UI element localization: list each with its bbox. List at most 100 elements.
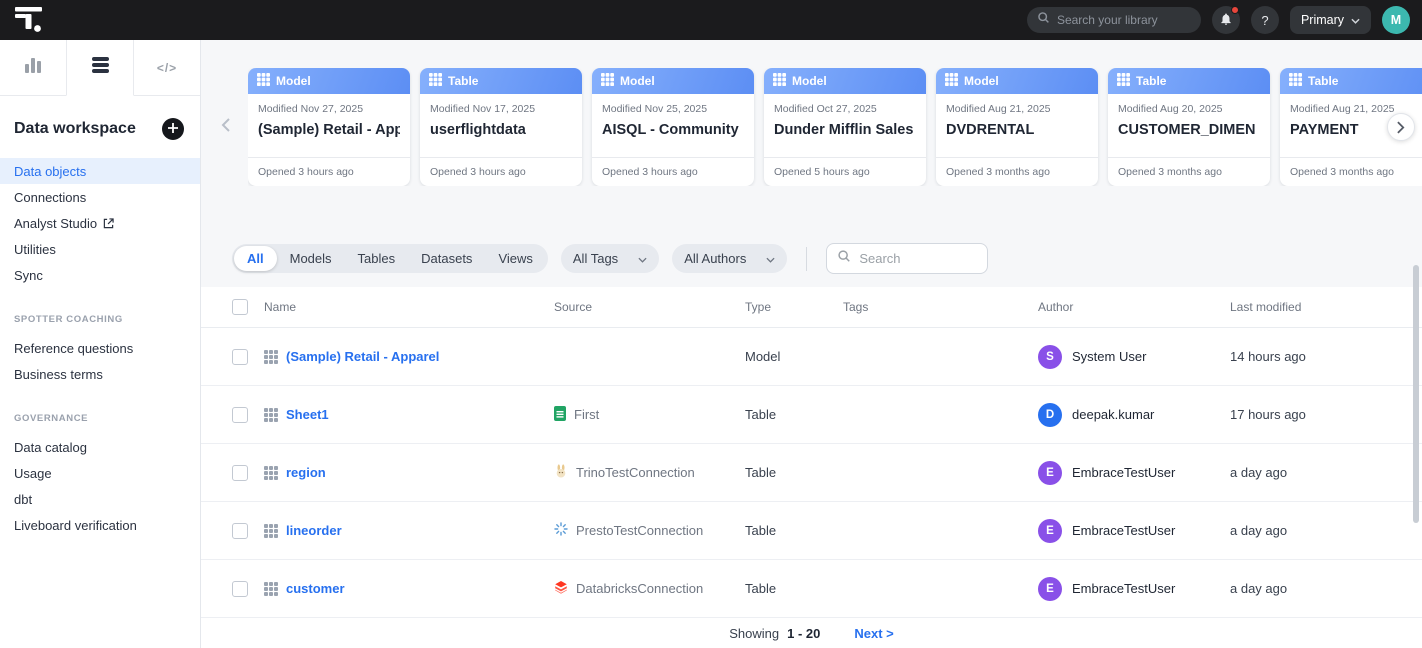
carousel-prev-button[interactable] (221, 118, 230, 137)
table-row[interactable]: region TrinoTestConnection Table E Embra… (201, 444, 1422, 502)
library-search-input[interactable] (1057, 13, 1191, 27)
table-grid-icon (1117, 73, 1130, 89)
sidebar-item-sync[interactable]: Sync (0, 262, 200, 288)
next-page-link[interactable]: Next > (854, 626, 893, 641)
card-title: DVDRENTAL (946, 122, 1088, 138)
table-row[interactable]: Sheet1 First Table D deepak.kumar 17 hou… (201, 386, 1422, 444)
library-search[interactable] (1027, 7, 1201, 33)
recent-card[interactable]: Table Modified Aug 20, 2025CUSTOMER_DIME… (1108, 68, 1270, 186)
row-checkbox[interactable] (232, 465, 248, 481)
search-icon (1037, 11, 1050, 29)
row-type-label: Table (745, 407, 843, 422)
section-spotter-coaching: SPOTTER COACHING (14, 314, 186, 325)
table-row[interactable]: lineorder PrestoTestConnection Table E E… (201, 502, 1422, 560)
column-header-source[interactable]: Source (554, 300, 745, 314)
tab-developer[interactable]: </> (134, 40, 200, 96)
author-avatar: E (1038, 577, 1062, 601)
filter-tab-views[interactable]: Views (485, 246, 545, 271)
column-header-author[interactable]: Author (1038, 300, 1230, 314)
row-type-label: Table (745, 523, 843, 538)
authors-filter-dropdown[interactable]: All Authors (672, 244, 787, 273)
table-grid-icon (264, 582, 278, 596)
sidebar-item-usage[interactable]: Usage (0, 460, 200, 486)
table-grid-icon (264, 408, 278, 422)
tab-data[interactable] (66, 40, 134, 96)
help-button[interactable]: ? (1251, 6, 1279, 34)
sidebar-icon-tabs: </> (0, 40, 200, 96)
list-search[interactable] (826, 243, 988, 274)
divider (806, 247, 807, 271)
filter-tab-models[interactable]: Models (277, 246, 345, 271)
sidebar-item-data-objects[interactable]: Data objects (0, 158, 200, 184)
thoughtspot-logo[interactable] (14, 4, 54, 36)
column-header-last-modified[interactable]: Last modified (1230, 300, 1422, 314)
tags-filter-dropdown[interactable]: All Tags (561, 244, 659, 273)
recent-card[interactable]: Model Modified Nov 25, 2025AISQL - Commu… (592, 68, 754, 186)
sidebar-item-data-catalog[interactable]: Data catalog (0, 434, 200, 460)
card-type-label: Model (964, 74, 999, 88)
table-row[interactable]: (Sample) Retail - Apparel Model S System… (201, 328, 1422, 386)
showing-range: 1 - 20 (787, 626, 820, 641)
row-name-link[interactable]: region (286, 465, 326, 480)
row-checkbox[interactable] (232, 407, 248, 423)
org-selector[interactable]: Primary (1290, 6, 1371, 34)
card-title: CUSTOMER_DIMEN (1118, 122, 1260, 138)
recent-card[interactable]: Model Modified Nov 27, 2025(Sample) Reta… (248, 68, 410, 186)
add-button[interactable] (162, 118, 184, 140)
card-opened: Opened 5 hours ago (764, 157, 926, 186)
author-avatar-initial: E (1046, 583, 1054, 595)
row-checkbox[interactable] (232, 523, 248, 539)
sidebar-item-connections[interactable]: Connections (0, 184, 200, 210)
card-title: AISQL - Community (602, 122, 744, 138)
card-title: userflightdata (430, 122, 572, 138)
user-avatar[interactable]: M (1382, 6, 1410, 34)
author-avatar-initial: S (1046, 351, 1054, 363)
table-row[interactable]: customer DatabricksConnection Table E Em… (201, 560, 1422, 618)
org-selector-label: Primary (1301, 13, 1344, 27)
row-name-link[interactable]: lineorder (286, 523, 342, 538)
row-checkbox[interactable] (232, 581, 248, 597)
vertical-scrollbar[interactable] (1413, 265, 1419, 523)
sidebar-item-dbt[interactable]: dbt (0, 486, 200, 512)
databricks-icon (554, 580, 568, 597)
row-last-modified: a day ago (1230, 523, 1422, 538)
table-grid-icon (264, 466, 278, 480)
sidebar-item-reference-questions[interactable]: Reference questions (0, 335, 200, 361)
card-modified: Modified Nov 25, 2025 (602, 103, 744, 115)
select-all-checkbox[interactable] (232, 299, 248, 315)
row-checkbox[interactable] (232, 349, 248, 365)
column-header-tags[interactable]: Tags (843, 300, 1038, 314)
recent-card[interactable]: Table Modified Nov 17, 2025userflightdat… (420, 68, 582, 186)
notifications-button[interactable] (1212, 6, 1240, 34)
carousel-next-button[interactable] (1387, 113, 1415, 141)
list-search-input[interactable] (859, 251, 977, 266)
sidebar-item-label: Reference questions (14, 341, 133, 356)
row-type-label: Table (745, 465, 843, 480)
tab-insights[interactable] (0, 40, 66, 96)
sidebar-item-liveboard-verification[interactable]: Liveboard verification (0, 512, 200, 538)
filter-tab-datasets[interactable]: Datasets (408, 246, 485, 271)
column-header-name[interactable]: Name (264, 300, 554, 314)
row-name-link[interactable]: customer (286, 581, 345, 596)
table-grid-icon (945, 73, 958, 89)
row-name-link[interactable]: (Sample) Retail - Apparel (286, 349, 439, 364)
card-modified: Modified Nov 27, 2025 (258, 103, 400, 115)
row-source-label: DatabricksConnection (576, 581, 703, 596)
code-icon: </> (157, 61, 177, 75)
recent-card[interactable]: Model Modified Oct 27, 2025Dunder Miffli… (764, 68, 926, 186)
sidebar-item-analyst-studio[interactable]: Analyst Studio (0, 210, 200, 236)
sidebar-item-label: Usage (14, 466, 52, 481)
recent-card[interactable]: Model Modified Aug 21, 2025DVDRENTAL Ope… (936, 68, 1098, 186)
author-avatar-initial: E (1046, 525, 1054, 537)
sidebar-item-business-terms[interactable]: Business terms (0, 361, 200, 387)
row-name-link[interactable]: Sheet1 (286, 407, 329, 422)
column-header-type[interactable]: Type (745, 300, 843, 314)
row-author-label: EmbraceTestUser (1072, 465, 1175, 480)
author-avatar-initial: D (1046, 409, 1054, 421)
filter-tab-tables[interactable]: Tables (345, 246, 409, 271)
filter-tab-all[interactable]: All (234, 246, 277, 271)
topbar: ? Primary M (0, 0, 1422, 40)
author-avatar: E (1038, 519, 1062, 543)
plus-icon (168, 120, 178, 138)
sidebar-item-utilities[interactable]: Utilities (0, 236, 200, 262)
